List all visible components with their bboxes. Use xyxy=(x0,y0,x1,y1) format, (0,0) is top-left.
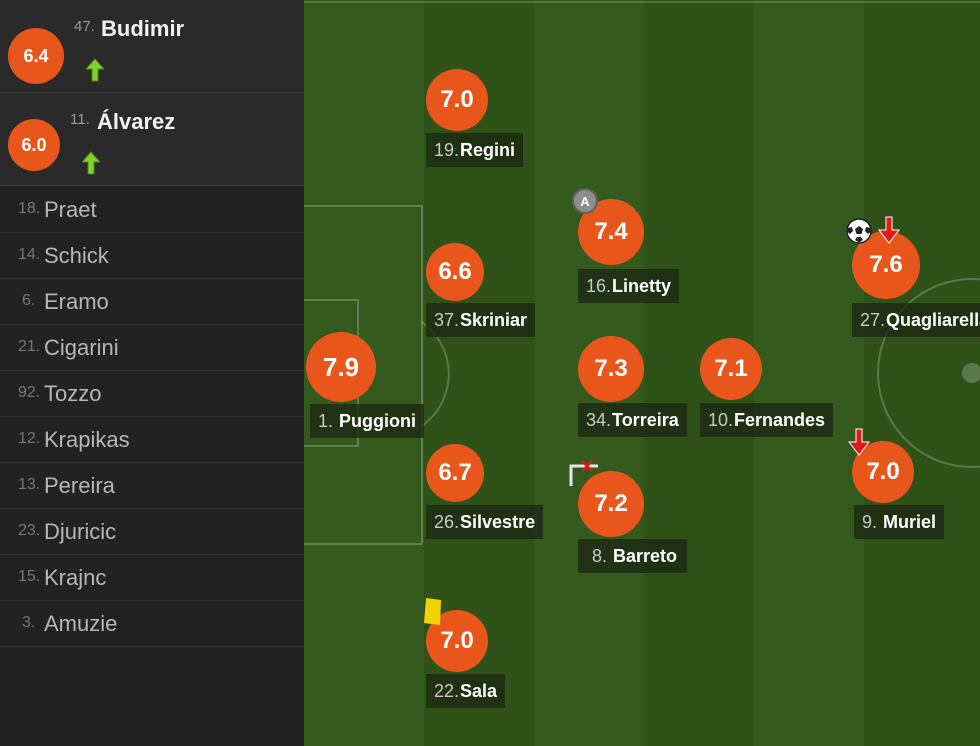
bench-row[interactable]: 3. Amuzie xyxy=(0,601,304,647)
bench-row[interactable]: 6. Eramo xyxy=(0,279,304,325)
player-label: 27. Quagliarella xyxy=(852,303,980,337)
player-label: 19. Regini xyxy=(426,133,524,167)
goal-ball-icon xyxy=(846,218,872,244)
sub-out-arrow-icon xyxy=(848,428,870,456)
lineup-widget: 6.4 47. Budimir 6.0 11. Álvarez 18. Prae… xyxy=(0,0,980,746)
missed-shot-icon xyxy=(569,460,598,486)
bench-row[interactable]: 12. Krapikas xyxy=(0,417,304,463)
captain-badge-icon: A xyxy=(572,188,598,214)
player-name: Amuzie xyxy=(44,611,118,636)
player-name: Djuricic xyxy=(44,519,117,544)
player-number: 1. xyxy=(318,410,334,431)
bench-row[interactable]: 92. Tozzo xyxy=(0,371,304,417)
player-label: 8. Barreto xyxy=(578,539,688,573)
player-label: 26. Silvestre xyxy=(426,505,544,539)
player-name: Schick xyxy=(44,243,109,268)
player-number: 92. xyxy=(18,384,41,401)
player-number: 47. xyxy=(74,18,95,35)
player-name: Budimir xyxy=(101,16,185,41)
player-number: 6. xyxy=(22,292,36,309)
player-number: 26. xyxy=(434,511,460,532)
player-number: 10. xyxy=(708,409,734,430)
player-name: Fernandes xyxy=(734,409,826,430)
player-label: 34. Torreira xyxy=(578,403,687,437)
sub-row-alvarez[interactable]: 6.0 11. Álvarez xyxy=(0,93,304,186)
player-name: Linetty xyxy=(612,275,672,296)
bench-row[interactable]: 18. Praet xyxy=(0,187,304,233)
rating-badge: 6.0 xyxy=(8,119,60,171)
bench-row[interactable]: 15. Krajnc xyxy=(0,555,304,601)
player-number: 16. xyxy=(586,275,612,296)
rating-badge: 7.0 xyxy=(426,69,488,131)
player-number: 22. xyxy=(434,680,460,701)
player-name: Torreira xyxy=(612,409,679,430)
player-name: Eramo xyxy=(44,289,109,314)
player-name: Praet xyxy=(44,197,97,222)
sub-row-budimir[interactable]: 6.4 47. Budimir xyxy=(0,0,304,93)
player-number: 13. xyxy=(18,476,41,493)
player-name: Silvestre xyxy=(460,511,536,532)
bench-row[interactable]: 21. Cigarini xyxy=(0,325,304,371)
player-number: 14. xyxy=(18,246,41,263)
player-label: 1. Puggioni xyxy=(310,404,425,438)
player-name: Puggioni xyxy=(339,410,417,431)
player-number: 15. xyxy=(18,568,41,585)
player-number: 18. xyxy=(18,200,41,217)
player-name: Regini xyxy=(460,139,516,160)
player-number: 37. xyxy=(434,309,460,330)
rating-badge: 6.7 xyxy=(426,444,484,502)
sub-out-arrow-icon xyxy=(878,216,900,244)
yellow-card-icon xyxy=(424,598,441,625)
bench-row[interactable]: 14. Schick xyxy=(0,233,304,279)
player-name: Cigarini xyxy=(44,335,119,360)
player-label: 9. Muriel xyxy=(854,505,945,539)
player-number: 19. xyxy=(434,139,460,160)
player-name: Quagliarella xyxy=(886,309,980,330)
rating-badge: 7.9 xyxy=(306,332,376,402)
player-number: 34. xyxy=(586,409,612,430)
rating-badge: 7.1 xyxy=(700,338,762,400)
sub-in-arrow-icon xyxy=(82,151,100,175)
player-name: Sala xyxy=(460,680,498,701)
player-number: 12. xyxy=(18,430,41,447)
player-label: 37. Skriniar xyxy=(426,303,536,337)
player-label: 16. Linetty xyxy=(578,269,680,303)
player-number: 3. xyxy=(22,614,36,631)
player-number: 8. xyxy=(592,545,608,566)
player-number: 27. xyxy=(860,309,886,330)
player-name: Krapikas xyxy=(44,427,130,452)
player-name: Krajnc xyxy=(44,565,107,590)
rating-badge: 6.4 xyxy=(8,28,64,84)
player-number: 9. xyxy=(862,511,878,532)
pitch: 7.9 1. Puggioni 7.0 19. Regini 6.6 37. Skr… xyxy=(304,0,980,746)
player-number: 21. xyxy=(18,338,41,355)
player-name: Skriniar xyxy=(460,309,528,330)
bench-sidebar: 6.4 47. Budimir 6.0 11. Álvarez 18. Prae… xyxy=(0,0,304,746)
rating-badge: 7.3 xyxy=(578,336,644,402)
player-name: Tozzo xyxy=(44,381,102,406)
player-label: 10. Fernandes xyxy=(700,403,834,437)
player-name: Pereira xyxy=(44,473,115,498)
bench-row[interactable]: 23. Djuricic xyxy=(0,509,304,555)
bench-row[interactable]: 13. Pereira xyxy=(0,463,304,509)
player-number: 23. xyxy=(18,522,41,539)
player-label: 22. Sala xyxy=(426,674,506,708)
player-name: Muriel xyxy=(883,511,937,532)
player-name: Álvarez xyxy=(97,109,176,134)
sub-in-arrow-icon xyxy=(86,58,104,82)
rating-badge: 6.6 xyxy=(426,243,484,301)
player-number: 11. xyxy=(70,111,90,128)
player-name: Barreto xyxy=(613,545,678,566)
